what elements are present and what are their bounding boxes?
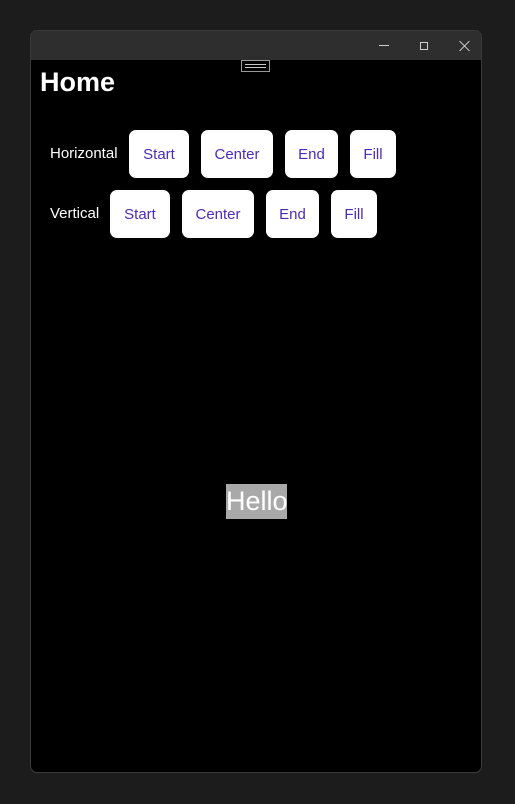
- maximize-button[interactable]: [404, 31, 444, 60]
- app-window: Home Horizontal Start Center End Fill Ve…: [30, 30, 482, 773]
- horizontal-label: Horizontal: [50, 145, 118, 162]
- horizontal-start-button[interactable]: Start: [129, 130, 189, 178]
- vertical-center-button[interactable]: Center: [182, 190, 254, 238]
- hello-preview-label: Hello: [226, 484, 288, 519]
- page-title: Home: [40, 67, 116, 97]
- horizontal-fill-button[interactable]: Fill: [350, 130, 396, 178]
- maximize-icon: [420, 41, 428, 50]
- vertical-start-button[interactable]: Start: [110, 190, 170, 238]
- vertical-end-button[interactable]: End: [266, 190, 319, 238]
- horizontal-end-button[interactable]: End: [285, 130, 338, 178]
- drag-handle-icon[interactable]: [241, 60, 270, 72]
- vertical-fill-button[interactable]: Fill: [331, 190, 377, 238]
- vertical-label: Vertical: [50, 205, 100, 222]
- title-bar[interactable]: [31, 31, 481, 60]
- close-icon: [459, 40, 470, 51]
- horizontal-center-button[interactable]: Center: [201, 130, 273, 178]
- close-button[interactable]: [444, 31, 481, 60]
- minimize-icon: [379, 45, 389, 46]
- minimize-button[interactable]: [364, 31, 404, 60]
